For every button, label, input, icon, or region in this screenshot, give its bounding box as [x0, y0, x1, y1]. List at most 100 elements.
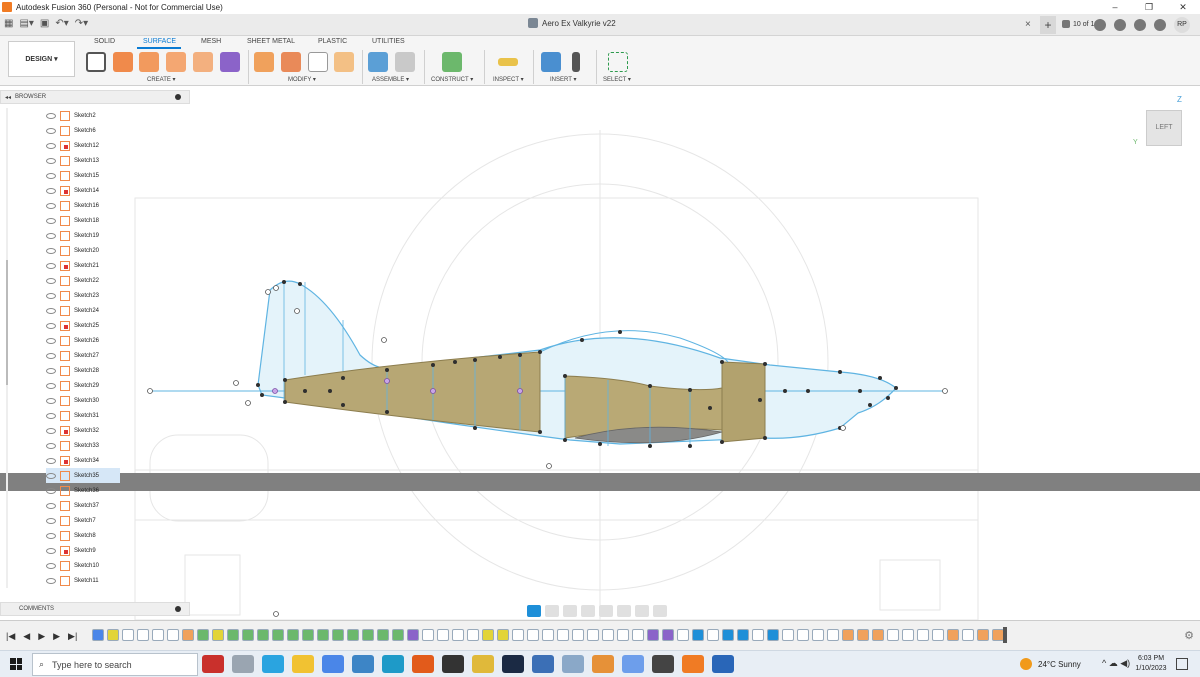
- browser-item-sketch23[interactable]: Sketch23: [46, 288, 120, 303]
- browser-item-sketch13[interactable]: Sketch13: [46, 153, 120, 168]
- timeline-feature-icon[interactable]: [122, 629, 134, 641]
- browser-item-sketch33[interactable]: Sketch33: [46, 438, 120, 453]
- timeline-feature-icon[interactable]: [662, 629, 674, 641]
- avatar[interactable]: RP: [1174, 17, 1190, 33]
- save-icon[interactable]: ▣: [40, 18, 49, 29]
- browser-item-sketch36[interactable]: Sketch36: [46, 483, 120, 498]
- visibility-eye-icon[interactable]: [46, 112, 56, 119]
- browser-icon[interactable]: [382, 655, 404, 673]
- close-tab-icon[interactable]: ×: [1025, 19, 1031, 30]
- look-at-icon[interactable]: [545, 604, 559, 617]
- notifications-icon[interactable]: [1134, 19, 1146, 31]
- app-icon-6[interactable]: [622, 655, 644, 673]
- tab-surface[interactable]: SURFACE: [143, 38, 176, 45]
- timeline-feature-icon[interactable]: [617, 629, 629, 641]
- timeline-feature-icon[interactable]: [647, 629, 659, 641]
- timeline-feature-icon[interactable]: [542, 629, 554, 641]
- browser-item-sketch6[interactable]: Sketch6: [46, 123, 120, 138]
- timeline-feature-icon[interactable]: [767, 629, 779, 641]
- timeline-feature-icon[interactable]: [887, 629, 899, 641]
- tab-solid[interactable]: SOLID: [94, 38, 115, 45]
- timeline-feature-icon[interactable]: [167, 629, 179, 641]
- browser-item-sketch30[interactable]: Sketch30: [46, 393, 120, 408]
- timeline-feature-icon[interactable]: [932, 629, 944, 641]
- browser-scroll-thumb[interactable]: [6, 260, 8, 385]
- visibility-eye-icon[interactable]: [46, 322, 56, 329]
- visibility-eye-icon[interactable]: [46, 187, 56, 194]
- browser-item-sketch25[interactable]: Sketch25: [46, 318, 120, 333]
- visibility-eye-icon[interactable]: [46, 202, 56, 209]
- job-status-icon[interactable]: [1094, 19, 1106, 31]
- assemble-menu[interactable]: ASSEMBLE ▾: [372, 76, 409, 83]
- visibility-eye-icon[interactable]: [46, 262, 56, 269]
- go-to-end-button[interactable]: ▶|: [68, 631, 77, 642]
- visibility-eye-icon[interactable]: [46, 412, 56, 419]
- timeline-feature-icon[interactable]: [752, 629, 764, 641]
- edge-icon[interactable]: [262, 655, 284, 673]
- close-window-button[interactable]: ✕: [1166, 0, 1200, 14]
- restore-button[interactable]: ❐: [1132, 0, 1166, 14]
- visibility-eye-icon[interactable]: [46, 532, 56, 539]
- new-component-icon[interactable]: [368, 52, 388, 72]
- timeline-feature-icon[interactable]: [632, 629, 644, 641]
- firefox-icon[interactable]: [412, 655, 434, 673]
- workspace-switcher[interactable]: DESIGN ▾: [8, 41, 75, 77]
- visibility-eye-icon[interactable]: [46, 442, 56, 449]
- timeline-feature-icon[interactable]: [812, 629, 824, 641]
- viewcube[interactable]: LEFT: [1146, 110, 1182, 146]
- visibility-eye-icon[interactable]: [46, 397, 56, 404]
- timeline-feature-icon[interactable]: [107, 629, 119, 641]
- browser-item-sketch20[interactable]: Sketch20: [46, 243, 120, 258]
- timeline-feature-icon[interactable]: [152, 629, 164, 641]
- timeline-feature-icon[interactable]: [512, 629, 524, 641]
- file-icon[interactable]: ▤▾: [19, 18, 33, 29]
- select-window-icon[interactable]: [608, 52, 628, 72]
- pin-icon[interactable]: [175, 94, 181, 100]
- undo-icon[interactable]: ↶▾: [55, 18, 68, 29]
- visibility-eye-icon[interactable]: [46, 427, 56, 434]
- construct-menu[interactable]: CONSTRUCT ▾: [431, 76, 473, 83]
- browser-item-sketch26[interactable]: Sketch26: [46, 333, 120, 348]
- timeline-feature-icon[interactable]: [902, 629, 914, 641]
- timeline-feature-icon[interactable]: [557, 629, 569, 641]
- clock[interactable]: 6:03 PM 1/10/2023: [1132, 654, 1170, 674]
- timeline-feature-icon[interactable]: [422, 629, 434, 641]
- orbit-icon[interactable]: [527, 604, 541, 617]
- mail-icon[interactable]: [352, 655, 374, 673]
- model-drawing[interactable]: [0, 87, 1200, 620]
- file-explorer-icon[interactable]: [292, 655, 314, 673]
- browser-item-sketch24[interactable]: Sketch24: [46, 303, 120, 318]
- tab-count[interactable]: 10 of 10: [1062, 20, 1098, 28]
- browser-item-sketch32[interactable]: Sketch32: [46, 423, 120, 438]
- app-icon-1[interactable]: [202, 655, 224, 673]
- visibility-eye-icon[interactable]: [46, 367, 56, 374]
- insert-mesh-icon[interactable]: [572, 52, 580, 72]
- help-icon[interactable]: [1154, 19, 1166, 31]
- redo-icon[interactable]: ↷▾: [75, 18, 88, 29]
- timeline-feature-icon[interactable]: [467, 629, 479, 641]
- browser-item-sketch29[interactable]: Sketch29: [46, 378, 120, 393]
- create-sketch-icon[interactable]: [86, 52, 106, 72]
- visibility-eye-icon[interactable]: [46, 487, 56, 494]
- timeline-feature-icon[interactable]: [692, 629, 704, 641]
- timeline-marker[interactable]: [1003, 627, 1007, 643]
- timeline-feature-icon[interactable]: [872, 629, 884, 641]
- timeline-feature-icon[interactable]: [377, 629, 389, 641]
- timeline-feature-icon[interactable]: [257, 629, 269, 641]
- visibility-eye-icon[interactable]: [46, 217, 56, 224]
- visibility-eye-icon[interactable]: [46, 247, 56, 254]
- go-to-start-button[interactable]: |◀: [6, 631, 15, 642]
- pan-icon[interactable]: [563, 604, 577, 617]
- timeline-feature-icon[interactable]: [602, 629, 614, 641]
- fusion-taskbar-icon[interactable]: [682, 655, 704, 673]
- visibility-eye-icon[interactable]: [46, 142, 56, 149]
- browser-item-sketch18[interactable]: Sketch18: [46, 213, 120, 228]
- revolve-icon[interactable]: [139, 52, 159, 72]
- browser-item-sketch21[interactable]: Sketch21: [46, 258, 120, 273]
- visibility-eye-icon[interactable]: [46, 127, 56, 134]
- browser-item-sketch22[interactable]: Sketch22: [46, 273, 120, 288]
- timeline-feature-icon[interactable]: [197, 629, 209, 641]
- create-menu[interactable]: CREATE ▾: [147, 76, 176, 83]
- weather-widget[interactable]: 24°C Sunny: [1020, 658, 1081, 670]
- timeline-feature-icon[interactable]: [497, 629, 509, 641]
